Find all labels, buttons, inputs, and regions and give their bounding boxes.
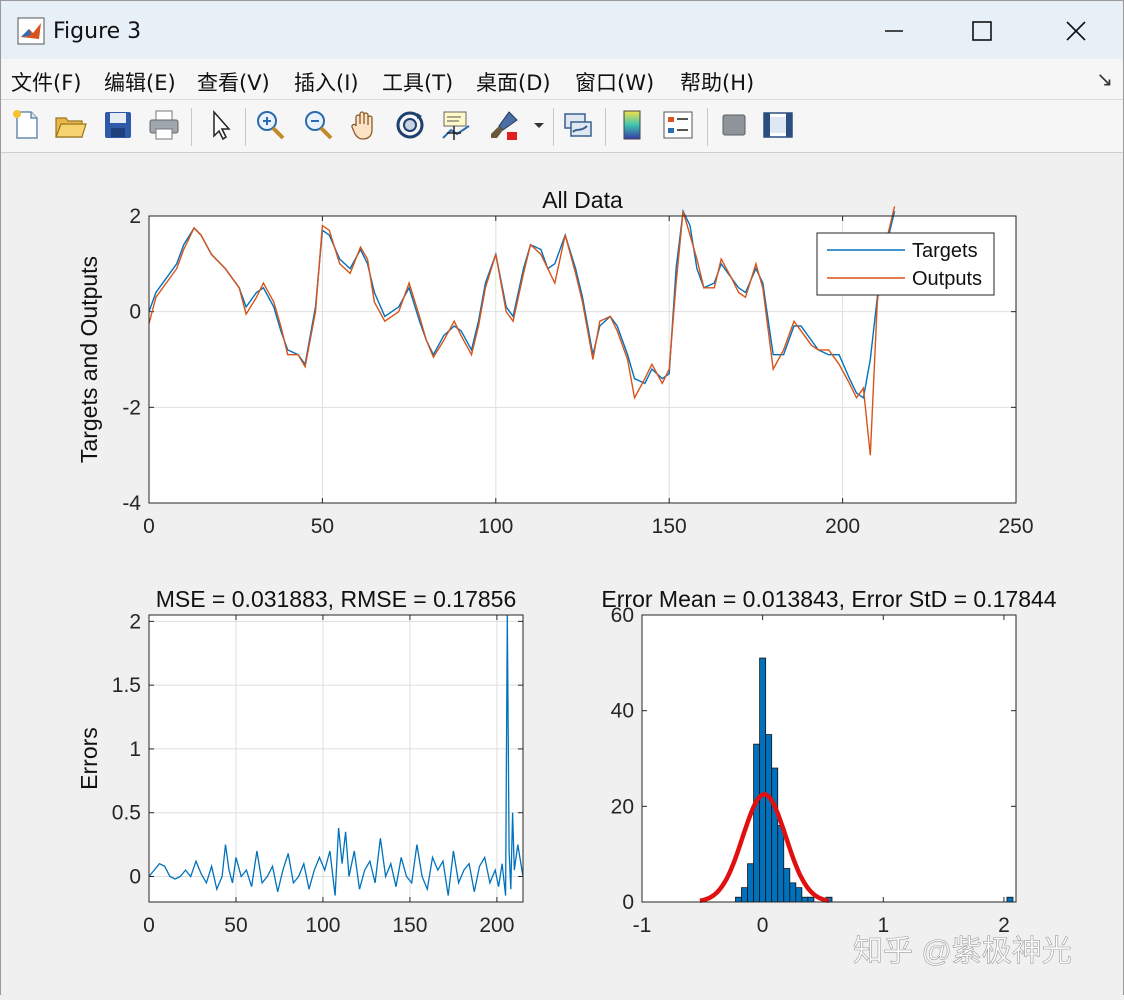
minimize-icon [885,30,903,32]
figure-window: Figure 3 文件(F) 编辑(E) 查看(V) 插入(I) 工具(T) 桌… [0,0,1124,995]
x-tick-label: 0 [143,515,155,538]
pan-hand-icon[interactable] [347,108,381,142]
window-title: Figure 3 [53,19,142,44]
menu-window[interactable]: 窗口(W) [575,67,654,97]
maximize-button[interactable] [947,9,1017,53]
zoom-out-icon[interactable] [301,108,335,142]
insert-legend-icon[interactable] [661,108,695,142]
histogram-bar [807,896,815,903]
watermark: 知乎 @紫极神光 [853,935,1072,968]
x-tick-label: 0 [143,914,155,937]
menu-edit[interactable]: 编辑(E) [104,67,176,97]
x-tick-label: 100 [478,515,513,538]
close-button[interactable] [1041,9,1111,53]
save-icon[interactable] [101,108,135,142]
x-tick-label: 0 [757,914,769,937]
menu-desktop[interactable]: 桌面(D) [476,67,551,97]
x-tick-label: 100 [305,914,340,937]
menu-view[interactable]: 查看(V) [197,67,270,97]
x-tick-label: 1 [877,914,889,937]
histogram-bar [771,767,779,903]
menu-bar: 文件(F) 编辑(E) 查看(V) 插入(I) 工具(T) 桌面(D) 窗口(W… [1,59,1123,100]
y-tick-label: 2 [129,610,141,633]
axes-error-histogram[interactable]: -1 0 1 20204060Error Mean = 0.013843, Error… [601,586,1056,937]
menu-file[interactable]: 文件(F) [11,67,81,97]
legend-label: Targets [912,240,978,262]
y-tick-label: 1.5 [112,674,141,697]
y-tick-label: 0.5 [112,802,141,825]
matlab-logo-icon [17,17,45,45]
histogram-bar [789,882,797,903]
y-tick-label: 40 [611,700,634,723]
plot-area [149,615,523,902]
histogram-bar [741,887,748,903]
x-tick-label: 50 [311,515,334,538]
x-tick-label: 200 [825,515,860,538]
x-tick-label: 150 [392,914,427,937]
toolbar-separator [245,108,246,146]
histogram-bar [759,657,767,903]
histogram-bar [795,887,803,903]
histogram-bar [783,868,791,903]
y-tick-label: 0 [622,891,634,914]
chart-title: MSE = 0.031883, RMSE = 0.17856 [156,586,517,612]
histogram-bar [735,896,742,903]
histogram-bar [747,863,754,903]
toolbar-separator [191,108,192,146]
toolbar-separator [553,108,554,146]
y-tick-label: 2 [129,205,141,228]
close-icon [1066,21,1086,41]
histogram-bar [777,825,785,903]
x-tick-label: 250 [998,515,1033,538]
brush-icon[interactable] [487,108,521,142]
hide-plot-tools-icon[interactable] [717,108,751,142]
dock-figure-icon[interactable]: ↘ [1096,67,1113,92]
y-tick-label: 0 [129,865,141,888]
x-tick-label: 150 [652,515,687,538]
toolbar-separator [605,108,606,146]
menu-tools[interactable]: 工具(T) [382,67,453,97]
minimize-button[interactable] [859,9,929,53]
figure-toolbar [1,100,1123,153]
plot-canvas: 0 50 100 150 200 250-4-202All DataTargets and… [76,187,1072,968]
zoom-in-icon[interactable] [253,108,287,142]
show-plot-tools-icon[interactable] [761,108,795,142]
axes-errors[interactable]: 0 50 100 150 200 0 0.5 1 1.5 2 MSE = 0.031883, RMS… [76,586,524,937]
plot-area [642,615,1016,902]
menu-help[interactable]: 帮助(H) [680,67,754,97]
title-bar[interactable]: Figure 3 [1,1,1123,59]
chevron-down-icon[interactable] [529,108,549,142]
legend-label: Outputs [912,268,982,290]
y-tick-label: -4 [122,492,141,515]
histogram-bar [801,896,809,903]
maximize-icon [972,21,992,41]
y-tick-label: -2 [122,396,141,419]
rotate-3d-icon[interactable] [393,108,427,142]
y-tick-label: 20 [611,795,634,818]
x-tick-label: 50 [224,914,247,937]
histogram-bar [765,734,773,903]
x-tick-label: -1 [633,914,652,937]
edit-plot-arrow-icon[interactable] [204,108,238,142]
toolbar-separator [707,108,708,146]
histogram-bar [1006,896,1014,903]
chart-title: Error Mean = 0.013843, Error StD = 0.178… [601,586,1056,612]
open-file-icon[interactable] [53,108,87,142]
print-icon[interactable] [147,108,181,142]
link-plot-icon[interactable] [561,108,595,142]
x-tick-label: 2 [998,914,1010,937]
histogram-bar [753,743,761,903]
y-tick-label: 0 [129,301,141,324]
axes-all-data[interactable]: 0 50 100 150 200 250 -4 -2 0 2 All Data Targets and… [76,187,1034,538]
data-cursor-icon[interactable] [439,108,473,142]
new-figure-icon[interactable] [9,108,43,142]
y-tick-label: 1 [129,738,141,761]
insert-colorbar-icon[interactable] [615,108,649,142]
chart-title: All Data [542,187,623,213]
y-axis-label: Errors [76,727,102,790]
y-axis-label: Targets and Outputs [76,256,102,463]
menu-insert[interactable]: 插入(I) [294,67,359,97]
figure-canvas: 0 50 100 150 200 250 -4 -2 0 2 All Data Targets and… [1,153,1123,995]
x-tick-label: 200 [479,914,514,937]
